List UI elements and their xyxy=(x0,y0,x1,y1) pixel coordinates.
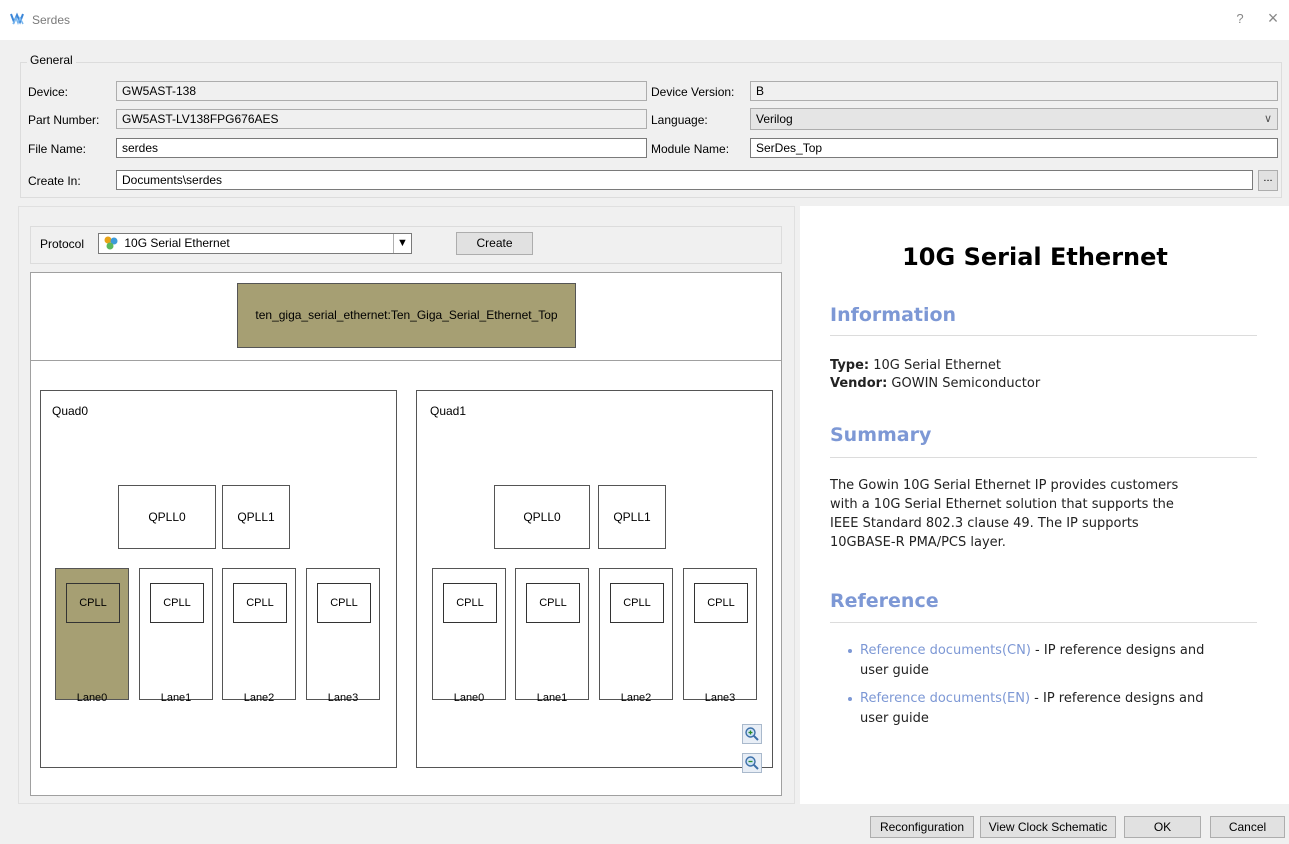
quad1-lane0-label: Lane0 xyxy=(453,692,485,704)
type-value: 10G Serial Ethernet xyxy=(869,358,1001,373)
close-button[interactable]: × xyxy=(1264,8,1282,30)
quad0-lane2-label: Lane2 xyxy=(243,692,275,704)
device-label: Device: xyxy=(28,85,69,99)
type-label: Type: xyxy=(830,358,870,373)
quad1-lane1-cpll[interactable]: CPLL xyxy=(526,583,580,623)
type-line: Type: 10G Serial Ethernet xyxy=(830,356,1001,375)
canvas-divider xyxy=(30,360,782,361)
quad1-qpll1[interactable]: QPLL1 xyxy=(598,485,666,549)
chevron-down-icon: ∨ xyxy=(1263,113,1272,125)
quad1-lane0-cpll[interactable]: CPLL xyxy=(443,583,497,623)
quad0-lane2[interactable]: CPLL Lane2 xyxy=(222,568,296,704)
quad0-lane1-label: Lane1 xyxy=(160,692,192,704)
quad0-qpll0[interactable]: QPLL0 xyxy=(118,485,216,549)
ip-core-icon xyxy=(103,236,119,250)
create-button[interactable]: Create xyxy=(456,232,533,255)
vendor-value: GOWIN Semiconductor xyxy=(887,376,1041,391)
quad1-lane3[interactable]: CPLL Lane3 xyxy=(683,568,757,704)
reference-link-en[interactable]: Reference documents(EN) xyxy=(860,691,1030,706)
module-name-label: Module Name: xyxy=(651,142,730,156)
create-in-label: Create In: xyxy=(28,174,81,188)
quad1-lane1-label: Lane1 xyxy=(536,692,568,704)
vendor-line: Vendor: GOWIN Semiconductor xyxy=(830,374,1040,393)
reference-desc-cn: - IP reference designs and xyxy=(1030,643,1205,658)
device-version-field[interactable]: B xyxy=(750,81,1278,101)
bullet-icon xyxy=(848,697,852,701)
information-divider xyxy=(830,335,1257,336)
general-group-title: General xyxy=(27,53,76,67)
quad0-lane2-cpll[interactable]: CPLL xyxy=(233,583,287,623)
zoom-out-icon[interactable] xyxy=(742,753,762,773)
module-name-input[interactable]: SerDes_Top xyxy=(750,138,1278,158)
language-select[interactable]: Verilog ∨ xyxy=(750,108,1278,130)
summary-divider xyxy=(830,457,1257,458)
summary-line: 10GBASE-R PMA/PCS layer. xyxy=(830,535,1006,550)
quad1-lane2[interactable]: CPLL Lane2 xyxy=(599,568,673,704)
reference-heading: Reference xyxy=(830,590,939,612)
quad0-lane3[interactable]: CPLL Lane3 xyxy=(306,568,380,704)
quad1-qpll0[interactable]: QPLL0 xyxy=(494,485,590,549)
reference-desc-en: - IP reference designs and xyxy=(1030,691,1204,706)
quad0-label: Quad0 xyxy=(52,404,89,418)
summary-line: IEEE Standard 802.3 clause 49. The IP su… xyxy=(830,516,1139,531)
title-bar xyxy=(0,0,1289,40)
language-label: Language: xyxy=(651,113,708,127)
file-name-input[interactable]: serdes xyxy=(116,138,647,158)
quad0-lane3-cpll[interactable]: CPLL xyxy=(317,583,371,623)
device-field[interactable]: GW5AST-138 xyxy=(116,81,647,101)
create-in-input[interactable]: Documents\serdes xyxy=(116,170,1253,190)
zoom-in-icon[interactable] xyxy=(742,724,762,744)
dropdown-arrow-icon: ▼ xyxy=(393,234,411,253)
reference-link-cn[interactable]: Reference documents(CN) xyxy=(860,643,1031,658)
reference-desc-en-cont: user guide xyxy=(860,711,929,726)
part-number-field[interactable]: GW5AST-LV138FPG676AES xyxy=(116,109,647,129)
doc-title: 10G Serial Ethernet xyxy=(902,243,1168,271)
quad0-lane1-cpll[interactable]: CPLL xyxy=(150,583,204,623)
bullet-icon xyxy=(848,649,852,653)
quad0-lane1[interactable]: CPLL Lane1 xyxy=(139,568,213,704)
summary-line: with a 10G Serial Ethernet solution that… xyxy=(830,497,1174,512)
summary-heading: Summary xyxy=(830,424,932,446)
browse-button[interactable]: ... xyxy=(1258,170,1278,191)
quad0-lane3-label: Lane3 xyxy=(327,692,359,704)
information-heading: Information xyxy=(830,304,957,326)
reference-divider xyxy=(830,622,1257,623)
gowin-logo-icon xyxy=(10,12,26,26)
protocol-label: Protocol xyxy=(40,237,85,251)
quad1-lane1[interactable]: CPLL Lane1 xyxy=(515,568,589,704)
quad1-lane0[interactable]: CPLL Lane0 xyxy=(432,568,506,704)
vendor-label: Vendor: xyxy=(830,376,888,391)
reference-desc-cn-cont: user guide xyxy=(860,663,929,678)
language-value: Verilog xyxy=(756,112,793,126)
protocol-value: 10G Serial Ethernet xyxy=(124,236,230,250)
quad0-lane0-label: Lane0 xyxy=(76,692,108,704)
quad0-lane0[interactable]: CPLL Lane0 xyxy=(55,568,129,704)
quad1-lane3-cpll[interactable]: CPLL xyxy=(694,583,748,623)
window-title: Serdes xyxy=(32,13,71,27)
reference-item-cn: Reference documents(CN) - IP reference d… xyxy=(860,641,1204,660)
reference-item-en: Reference documents(EN) - IP reference d… xyxy=(860,689,1204,708)
top-module-block[interactable]: ten_giga_serial_ethernet:Ten_Giga_Serial… xyxy=(237,283,576,348)
quad1-lane3-label: Lane3 xyxy=(704,692,736,704)
reconfiguration-button[interactable]: Reconfiguration xyxy=(870,816,974,838)
device-version-label: Device Version: xyxy=(651,85,735,99)
summary-line: The Gowin 10G Serial Ethernet IP provide… xyxy=(830,478,1179,493)
view-clock-schematic-button[interactable]: View Clock Schematic xyxy=(980,816,1116,838)
help-button[interactable]: ? xyxy=(1232,11,1248,29)
quad1-lane2-label: Lane2 xyxy=(620,692,652,704)
cancel-button[interactable]: Cancel xyxy=(1210,816,1285,838)
quad1-lane2-cpll[interactable]: CPLL xyxy=(610,583,664,623)
quad0-lane0-cpll[interactable]: CPLL xyxy=(66,583,120,623)
quad1-label: Quad1 xyxy=(430,404,467,418)
file-name-label: File Name: xyxy=(28,142,87,156)
protocol-select[interactable]: 10G Serial Ethernet ▼ xyxy=(98,233,412,254)
ok-button[interactable]: OK xyxy=(1124,816,1201,838)
quad0-qpll1[interactable]: QPLL1 xyxy=(222,485,290,549)
part-number-label: Part Number: xyxy=(28,113,100,127)
